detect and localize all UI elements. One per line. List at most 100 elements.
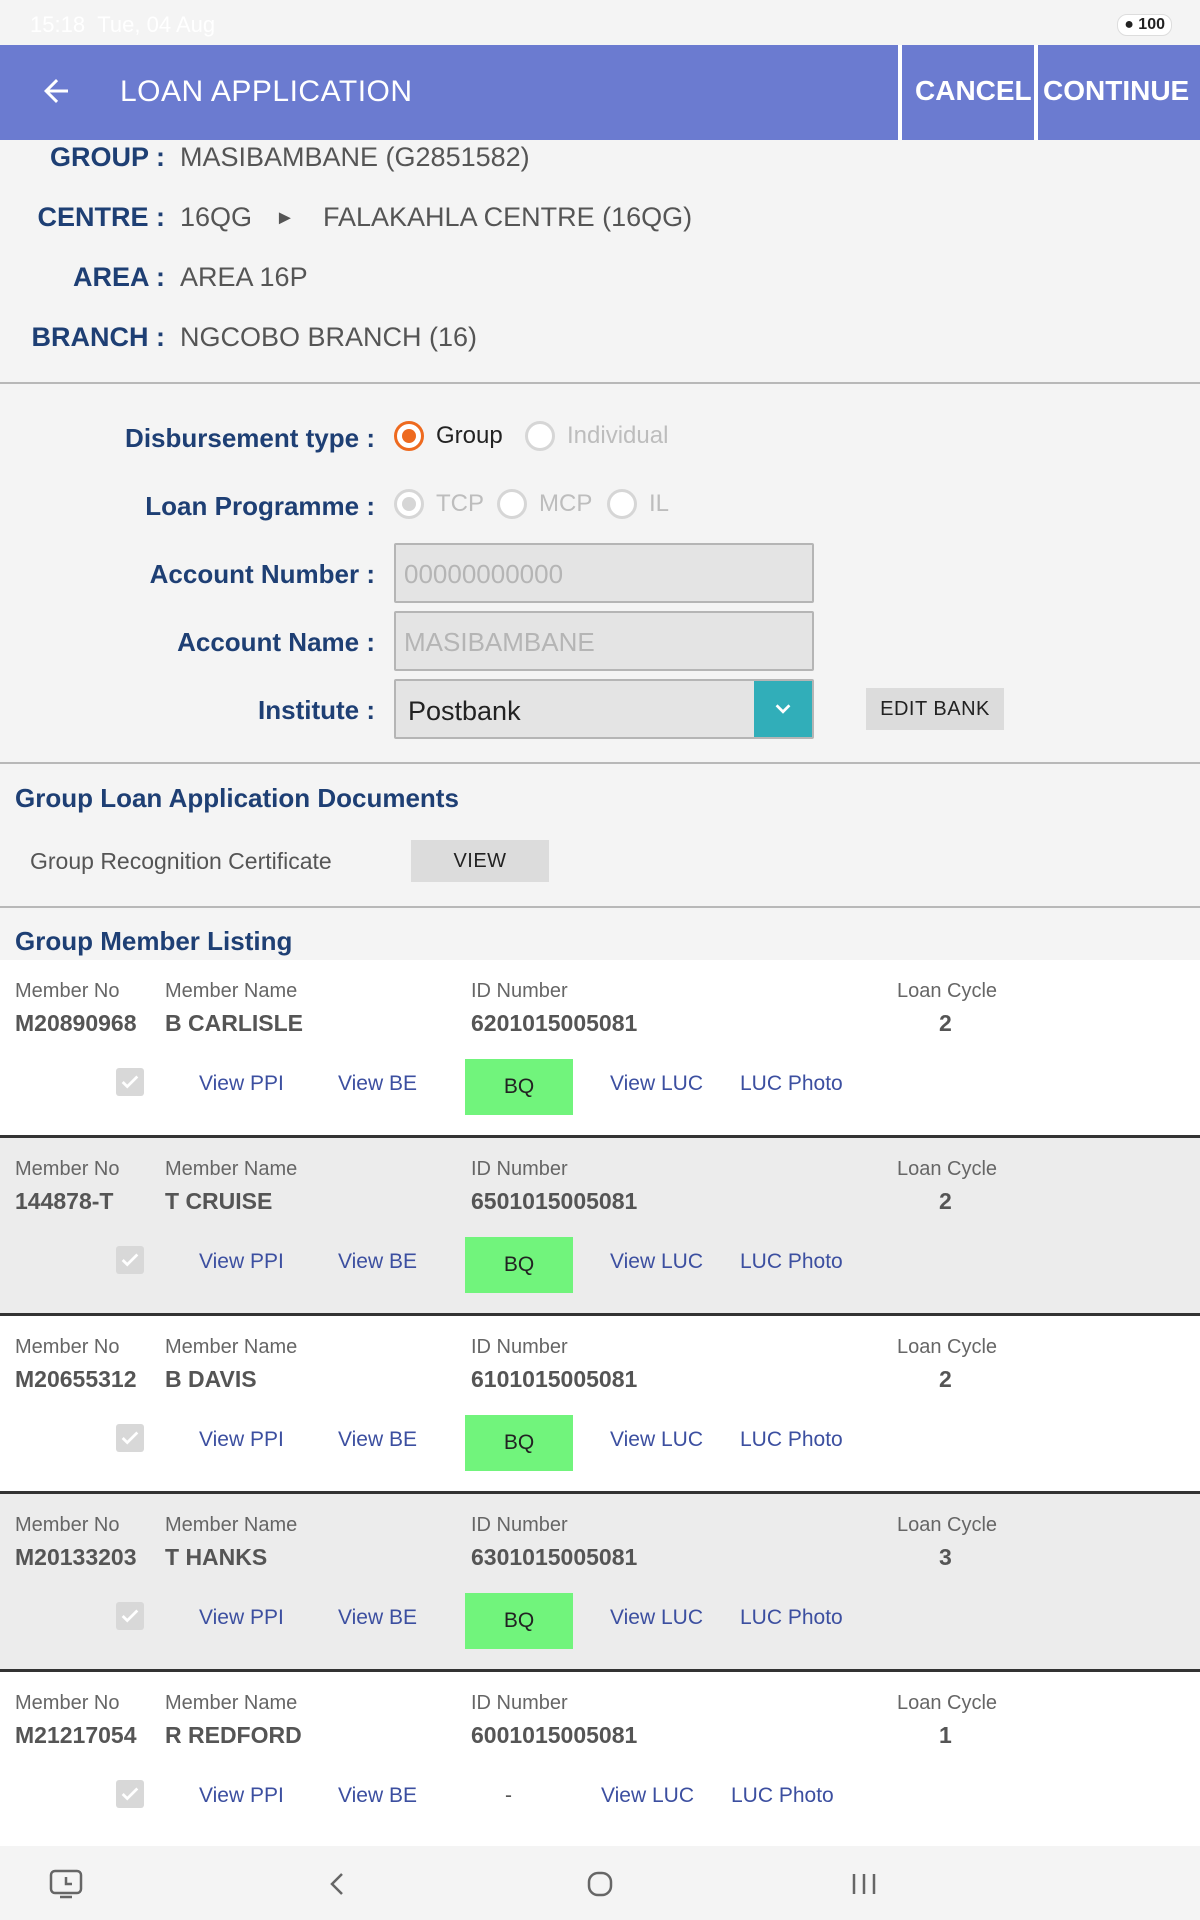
branch-value: NGCOBO BRANCH (16) xyxy=(180,322,478,352)
back-arrow-icon[interactable] xyxy=(38,73,74,109)
loan-cycle-header: Loan Cycle xyxy=(897,1158,998,1180)
centre-name: FALAKAHLA CENTRE (16QG) xyxy=(323,202,693,232)
checkbox-checked-icon[interactable] xyxy=(116,1602,144,1630)
loan-programme-label: Loan Programme : xyxy=(145,491,375,521)
view-ppi-link[interactable]: View PPI xyxy=(199,1606,284,1630)
member-listing-title: Group Member Listing xyxy=(15,926,293,956)
checkbox-checked-icon[interactable] xyxy=(116,1068,144,1096)
id-number-header: ID Number xyxy=(471,1692,568,1714)
branch-label: BRANCH : xyxy=(31,322,165,352)
chevron-down-icon[interactable] xyxy=(754,681,812,737)
view-luc-link[interactable]: View LUC xyxy=(601,1784,694,1808)
radio-unselected-icon xyxy=(607,489,637,519)
bq-button[interactable]: BQ xyxy=(465,1059,573,1115)
member-id-number: 6501015005081 xyxy=(471,1188,638,1214)
radio-label: Group xyxy=(436,422,503,449)
status-bar: 15:18 Tue, 04 Aug ● 100 xyxy=(0,0,1200,45)
member-no: M20890968 xyxy=(15,1010,137,1036)
checkbox-checked-icon[interactable] xyxy=(116,1780,144,1808)
member-name-header: Member Name xyxy=(165,980,298,1002)
member-name-header: Member Name xyxy=(165,1336,298,1358)
view-be-link[interactable]: View BE xyxy=(338,1606,417,1630)
radio-selected-icon[interactable] xyxy=(394,421,424,451)
loan-cycle-header: Loan Cycle xyxy=(897,1514,998,1536)
nav-recents-icon[interactable] xyxy=(848,1866,880,1902)
radio-label: MCP xyxy=(539,490,593,517)
view-ppi-link[interactable]: View PPI xyxy=(199,1250,284,1274)
disbursement-type-label: Disbursement type : xyxy=(125,423,375,453)
loan-cycle-header: Loan Cycle xyxy=(897,980,998,1002)
account-name-field[interactable]: MASIBAMBANE xyxy=(394,611,814,671)
member-name-header: Member Name xyxy=(165,1514,298,1536)
view-be-link[interactable]: View BE xyxy=(338,1428,417,1452)
area-value: AREA 16P xyxy=(180,262,308,292)
view-be-link[interactable]: View BE xyxy=(338,1072,417,1096)
appbar-divider xyxy=(1034,45,1038,140)
view-luc-link[interactable]: View LUC xyxy=(610,1072,703,1096)
member-no-header: Member No xyxy=(15,1158,120,1180)
group-info: GROUP : MASIBAMBANE (G2851582) CENTRE : … xyxy=(0,140,1200,383)
nav-back-icon[interactable] xyxy=(325,1866,349,1902)
institute-label: Institute : xyxy=(258,695,375,725)
documents-title: Group Loan Application Documents xyxy=(15,783,459,813)
view-ppi-link[interactable]: View PPI xyxy=(199,1428,284,1452)
section-divider xyxy=(0,906,1200,908)
nav-home-icon[interactable] xyxy=(584,1866,616,1902)
centre-code: 16QG xyxy=(180,202,253,232)
member-name: B CARLISLE xyxy=(165,1010,303,1036)
appbar-divider xyxy=(898,45,902,140)
account-number-field[interactable]: 00000000000 xyxy=(394,543,814,603)
member-id-number: 6001015005081 xyxy=(471,1722,638,1748)
bq-placeholder: - xyxy=(505,1784,512,1807)
radio-label: TCP xyxy=(436,490,484,517)
member-no-header: Member No xyxy=(15,1692,120,1714)
edit-bank-button[interactable]: EDIT BANK xyxy=(866,688,1004,730)
luc-photo-link[interactable]: LUC Photo xyxy=(740,1072,843,1096)
branch-row: BRANCH : NGCOBO BRANCH (16) xyxy=(0,322,1200,362)
group-value: MASIBAMBANE (G2851582) xyxy=(180,142,530,172)
member-name: R REDFORD xyxy=(165,1722,302,1748)
member-no: M21217054 xyxy=(15,1722,137,1748)
view-document-button[interactable]: VIEW xyxy=(411,840,549,882)
recent-screenshot-icon[interactable] xyxy=(48,1866,84,1902)
radio-group-option[interactable]: Group xyxy=(394,421,503,451)
bq-button[interactable]: BQ xyxy=(465,1415,573,1471)
view-ppi-link[interactable]: View PPI xyxy=(199,1784,284,1808)
centre-label: CENTRE : xyxy=(37,202,166,232)
institute-select[interactable]: Postbank xyxy=(394,679,814,739)
member-id-number: 6101015005081 xyxy=(471,1366,638,1392)
app-bar: LOAN APPLICATION CANCEL CONTINUE xyxy=(0,45,1200,140)
section-divider xyxy=(0,382,1200,384)
cancel-button[interactable]: CANCEL xyxy=(915,75,1032,107)
member-no: M20133203 xyxy=(15,1544,137,1570)
continue-button[interactable]: CONTINUE xyxy=(1043,75,1189,107)
radio-individual-option: Individual xyxy=(525,421,668,451)
view-luc-link[interactable]: View LUC xyxy=(610,1606,703,1630)
view-be-link[interactable]: View BE xyxy=(338,1784,417,1808)
system-nav-bar xyxy=(0,1846,1200,1920)
view-luc-link[interactable]: View LUC xyxy=(610,1428,703,1452)
view-be-link[interactable]: View BE xyxy=(338,1250,417,1274)
view-luc-link[interactable]: View LUC xyxy=(610,1250,703,1274)
luc-photo-link[interactable]: LUC Photo xyxy=(740,1428,843,1452)
checkbox-checked-icon[interactable] xyxy=(116,1246,144,1274)
bq-button[interactable]: BQ xyxy=(465,1593,573,1649)
member-row: Member No Member Name ID Number Loan Cyc… xyxy=(0,1494,1200,1672)
battery-icon: ● 100 xyxy=(1117,14,1172,36)
member-loan-cycle: 3 xyxy=(939,1544,952,1570)
checkbox-checked-icon[interactable] xyxy=(116,1424,144,1452)
member-no-header: Member No xyxy=(15,1514,120,1536)
bq-button[interactable]: BQ xyxy=(465,1237,573,1293)
member-name-header: Member Name xyxy=(165,1158,298,1180)
account-number-label: Account Number : xyxy=(149,559,375,589)
radio-tcp-option: TCP xyxy=(394,489,484,519)
luc-photo-link[interactable]: LUC Photo xyxy=(731,1784,834,1808)
view-ppi-link[interactable]: View PPI xyxy=(199,1072,284,1096)
loan-cycle-header: Loan Cycle xyxy=(897,1336,998,1358)
luc-photo-link[interactable]: LUC Photo xyxy=(740,1250,843,1274)
status-icons: ● 100 xyxy=(1117,14,1172,36)
member-id-number: 6301015005081 xyxy=(471,1544,638,1570)
id-number-header: ID Number xyxy=(471,980,568,1002)
luc-photo-link[interactable]: LUC Photo xyxy=(740,1606,843,1630)
centre-arrow-icon: ► xyxy=(275,207,295,229)
